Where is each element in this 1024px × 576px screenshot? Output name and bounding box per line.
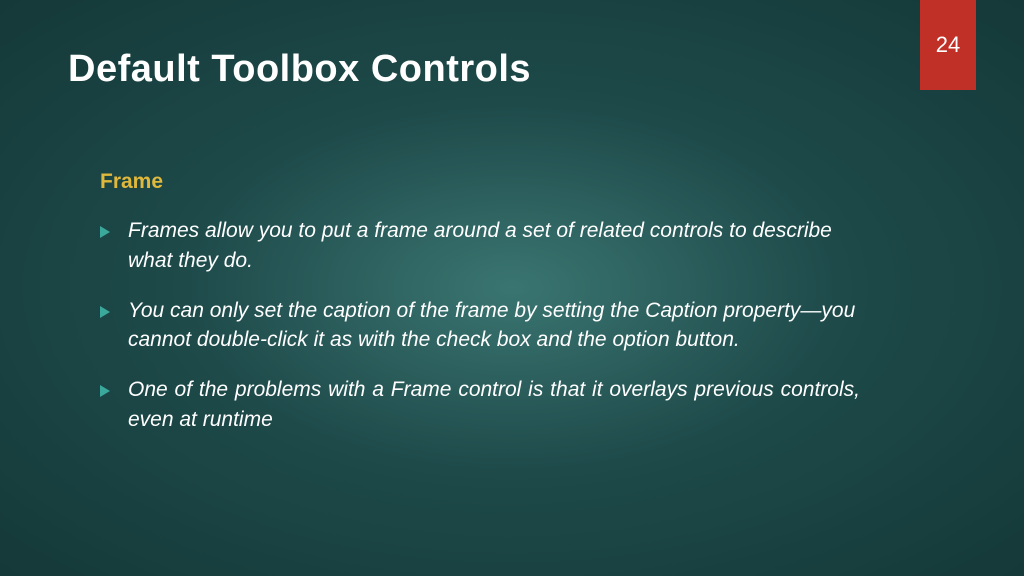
page-number: 24 xyxy=(936,32,960,58)
triangle-bullet-icon xyxy=(100,385,110,397)
bullet-item: One of the problems with a Frame control… xyxy=(100,375,860,435)
bullet-text: You can only set the caption of the fram… xyxy=(128,296,860,356)
page-number-ribbon: 24 xyxy=(920,0,976,90)
bullet-text: Frames allow you to put a frame around a… xyxy=(128,216,860,276)
triangle-bullet-icon xyxy=(100,306,110,318)
triangle-bullet-icon xyxy=(100,226,110,238)
bullet-text: One of the problems with a Frame control… xyxy=(128,375,860,435)
bullet-item: You can only set the caption of the fram… xyxy=(100,296,860,356)
bullet-item: Frames allow you to put a frame around a… xyxy=(100,216,860,276)
slide-subheading: Frame xyxy=(100,170,860,194)
slide-title: Default Toolbox Controls xyxy=(68,48,531,91)
slide-content: Frame Frames allow you to put a frame ar… xyxy=(100,170,860,455)
bullet-list: Frames allow you to put a frame around a… xyxy=(100,216,860,435)
